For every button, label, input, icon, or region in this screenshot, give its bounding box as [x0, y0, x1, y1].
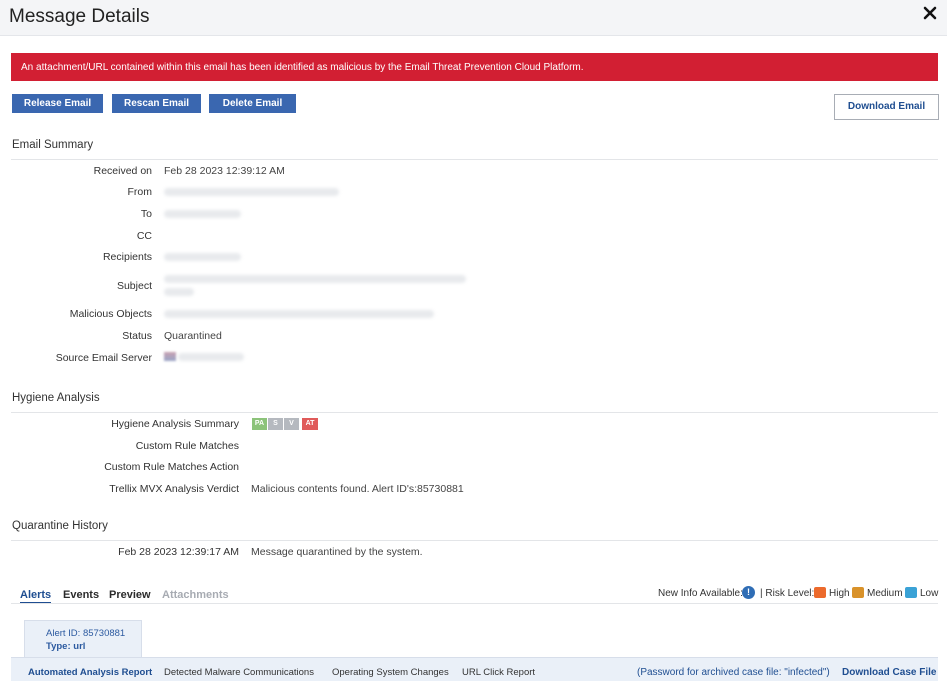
- info-icon: !: [742, 586, 755, 599]
- received-on-label: Received on: [93, 165, 152, 177]
- quarantine-history-heading: Quarantine History: [12, 520, 108, 532]
- status-value: Quarantined: [164, 330, 222, 342]
- quarantine-time: Feb 28 2023 12:39:17 AM: [118, 546, 239, 558]
- subtab-automated-analysis[interactable]: Automated Analysis Report: [28, 667, 152, 678]
- low-label: Low: [920, 588, 939, 599]
- custom-rule-action-label: Custom Rule Matches Action: [104, 461, 239, 473]
- badge-s: S: [268, 418, 283, 430]
- medium-swatch: [852, 587, 864, 598]
- low-swatch: [905, 587, 917, 598]
- tab-alerts[interactable]: Alerts: [20, 589, 52, 604]
- quarantine-message: Message quarantined by the system.: [251, 546, 423, 558]
- title-bar: Message Details: [0, 0, 947, 36]
- section-divider: [11, 412, 938, 413]
- download-case-file-link[interactable]: Download Case File: [842, 667, 936, 678]
- status-label: Status: [122, 330, 152, 342]
- flag-icon: [164, 352, 176, 361]
- section-divider: [11, 540, 938, 541]
- delete-email-button[interactable]: Delete Email: [209, 94, 296, 113]
- dialog-title: Message Details: [9, 6, 150, 27]
- section-divider: [11, 159, 938, 160]
- risk-level-label: | Risk Level:: [760, 588, 815, 599]
- tab-preview[interactable]: Preview: [109, 589, 151, 601]
- redacted-to: [164, 210, 241, 218]
- received-on-value: Feb 28 2023 12:39:12 AM: [164, 165, 285, 177]
- subtab-malware-communications[interactable]: Detected Malware Communications: [164, 667, 314, 678]
- from-label: From: [127, 186, 153, 198]
- download-email-button[interactable]: Download Email: [834, 94, 939, 120]
- subtab-url-click-report[interactable]: URL Click Report: [462, 667, 535, 678]
- redacted-malicious-objects[interactable]: [164, 310, 434, 318]
- cc-label: CC: [136, 230, 152, 242]
- rescan-email-button[interactable]: Rescan Email: [112, 94, 201, 113]
- medium-label: Medium: [867, 588, 903, 599]
- redacted-subject-line2: [164, 288, 194, 296]
- email-summary-heading: Email Summary: [12, 139, 94, 151]
- release-email-button[interactable]: Release Email: [12, 94, 103, 113]
- redacted-from: [164, 188, 339, 196]
- redacted-server: [178, 353, 244, 361]
- tabs-divider: [11, 603, 938, 604]
- redacted-recipients: [164, 253, 241, 261]
- subject-label: Subject: [116, 280, 152, 292]
- alert-type: Type: url: [46, 641, 86, 652]
- badge-v: V: [284, 418, 299, 430]
- redacted-subject: [164, 275, 466, 283]
- to-label: To: [140, 208, 152, 220]
- badge-pa: PA: [252, 418, 267, 430]
- tab-events[interactable]: Events: [63, 589, 99, 601]
- mvx-verdict-label: Trellix MVX Analysis Verdict: [109, 483, 239, 495]
- recipients-label: Recipients: [102, 251, 152, 263]
- malicious-alert-banner: An attachment/URL contained within this …: [11, 53, 938, 81]
- malicious-objects-label: Malicious Objects: [69, 308, 152, 320]
- alert-id: Alert ID: 85730881: [46, 628, 126, 639]
- new-info-label: New Info Available:: [658, 588, 743, 599]
- mvx-verdict-value: Malicious contents found. Alert ID's:857…: [251, 483, 464, 495]
- case-file-password-note: (Password for archived case file: "infec…: [637, 667, 830, 678]
- high-label: High: [829, 588, 850, 599]
- custom-rule-matches-label: Custom Rule Matches: [135, 440, 239, 452]
- tab-attachments: Attachments: [162, 589, 229, 601]
- alert-card[interactable]: Alert ID: 85730881 Type: url: [24, 620, 142, 658]
- source-server-label: Source Email Server: [55, 352, 152, 364]
- high-swatch: [814, 587, 826, 598]
- hygiene-analysis-heading: Hygiene Analysis: [12, 392, 100, 404]
- report-subnav: Automated Analysis Report Detected Malwa…: [11, 657, 938, 681]
- badge-at: AT: [302, 418, 318, 430]
- hygiene-summary-label: Hygiene Analysis Summary: [111, 418, 239, 430]
- subtab-os-changes[interactable]: Operating System Changes: [332, 667, 449, 678]
- close-icon[interactable]: [923, 6, 937, 20]
